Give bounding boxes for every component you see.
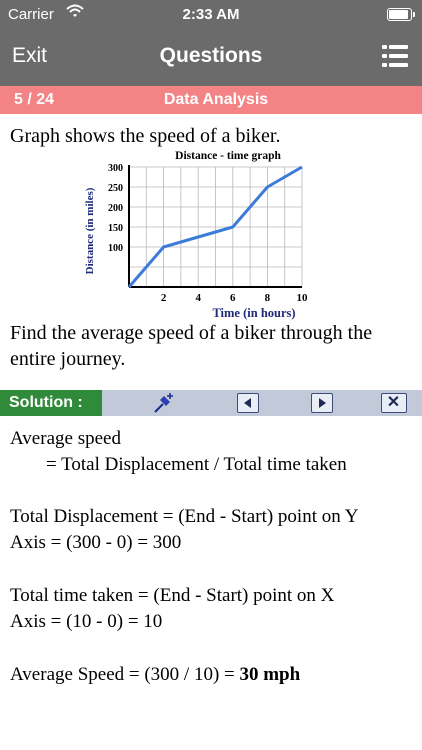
x-tick-label: 10 [297,292,309,304]
x-tick-label: 8 [265,292,271,304]
page-title: Questions [159,44,263,67]
solution-line-5: Total time taken = (End - Start) point o… [10,585,335,606]
solution-toolbar: Solution : ✕ [0,390,422,416]
solution-line-7: Average Speed = (300 / 10) = 30 mph [10,662,415,688]
solution-line-1: Average speed [10,428,121,449]
question-prompt-line1: Find the average speed of a biker throug… [10,322,373,344]
y-tick-label: 200 [108,203,123,214]
x-tick-label: 4 [195,292,201,304]
close-solution-button[interactable]: ✕ [381,393,407,413]
y-tick-label: 150 [108,223,123,234]
solution-line-2: = Total Displacement / Total time taken [46,454,347,475]
solution-label: Solution : [0,390,102,416]
question-prompt-line2: entire journey. [10,348,126,370]
solution-line-6: Axis = (10 - 0) = 10 [10,611,163,632]
previous-solution-button[interactable] [237,393,259,413]
y-tick-label: 250 [108,183,123,194]
status-time: 2:33 AM [182,6,240,23]
status-bar: Carrier 2:33 AM [0,0,422,30]
solution-line-4: Axis = (300 - 0) = 300 [10,532,182,553]
pushpin-icon[interactable] [152,392,176,414]
solution-final-answer: 30 mph [239,664,301,685]
y-axis-label: Distance (in miles) [84,187,96,274]
topic-title: Data Analysis [163,91,269,108]
next-solution-button[interactable] [311,393,333,413]
close-icon: ✕ [386,394,401,411]
battery-fill [389,10,408,19]
triangle-left-icon [244,398,251,408]
solution-line-3: Total Displacement = (End - Start) point… [10,506,359,527]
list-menu-icon[interactable] [382,45,408,67]
section-bar: 5 / 24 Data Analysis [0,86,422,114]
chart-title: Distance - time graph [175,150,281,162]
triangle-right-icon [319,398,326,408]
nav-bar: Exit Questions [0,30,422,86]
y-tick-label: 300 [108,163,123,174]
x-axis-label: Time (in hours) [212,306,295,320]
x-tick-label: 6 [230,292,236,304]
distance-time-graph: 2 4 6 8 10 100 150 200 250 300 Distance - time gra… [84,150,309,320]
solution-final-prefix: Average Speed = (300 / 10) = [10,664,240,685]
x-tick-label: 2 [161,292,167,304]
y-tick-label: 100 [108,243,123,254]
battery-icon [387,8,415,21]
question-prompt: Find the average speed of a biker throug… [10,320,415,372]
